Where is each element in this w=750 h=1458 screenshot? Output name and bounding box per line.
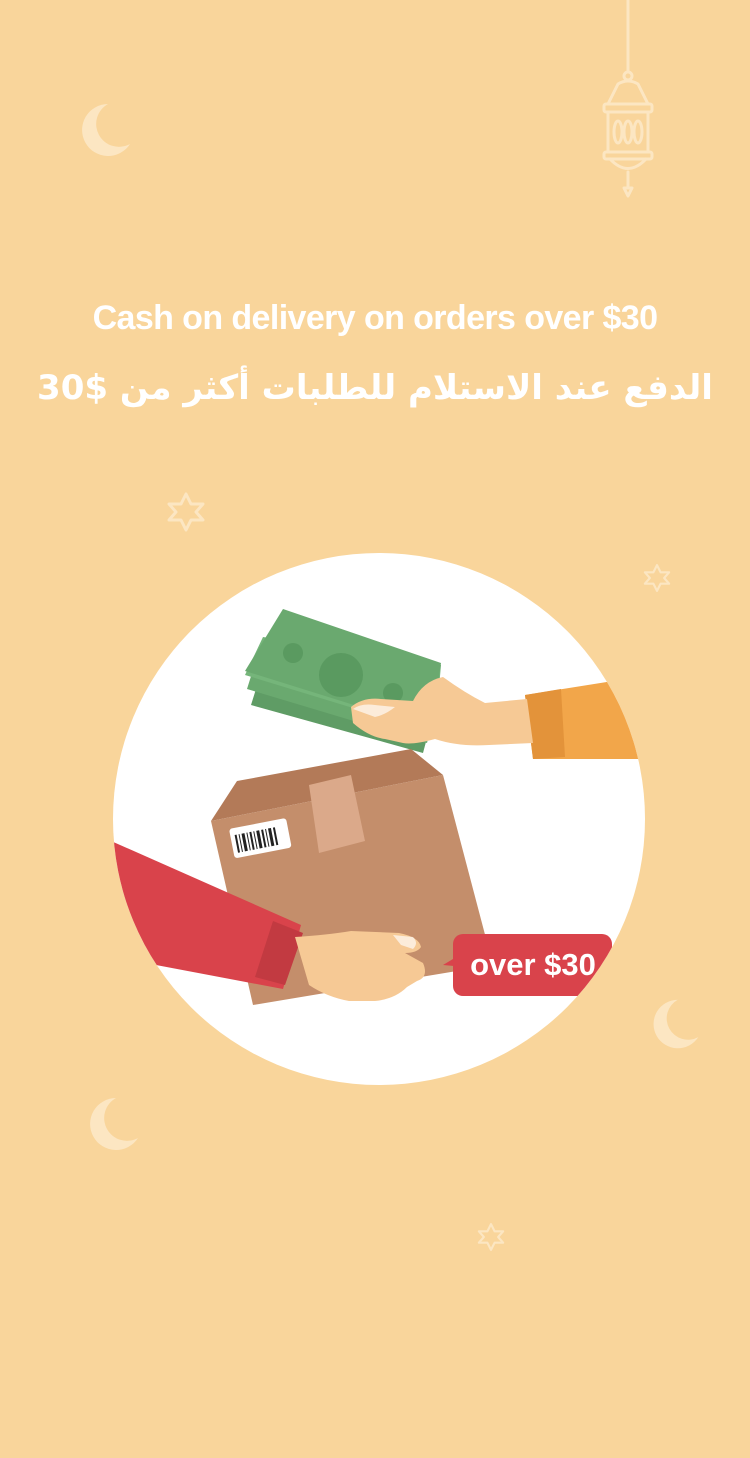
star-icon	[643, 564, 671, 592]
price-badge-label: over $30	[470, 947, 596, 982]
headline-english: Cash on delivery on orders over $30	[92, 299, 658, 337]
headline-arabic: الدفع عند الاستلام للطلبات أكثر من $30	[37, 368, 713, 408]
lantern-icon	[602, 0, 654, 198]
star-icon	[477, 1223, 505, 1251]
cash-on-delivery-illustration: over $30	[113, 553, 645, 1085]
crescent-moon-icon	[90, 1098, 138, 1150]
crescent-moon-icon	[653, 999, 699, 1049]
price-badge: over $30	[443, 934, 612, 996]
crescent-moon-icon	[82, 104, 130, 156]
star-icon	[167, 492, 205, 532]
